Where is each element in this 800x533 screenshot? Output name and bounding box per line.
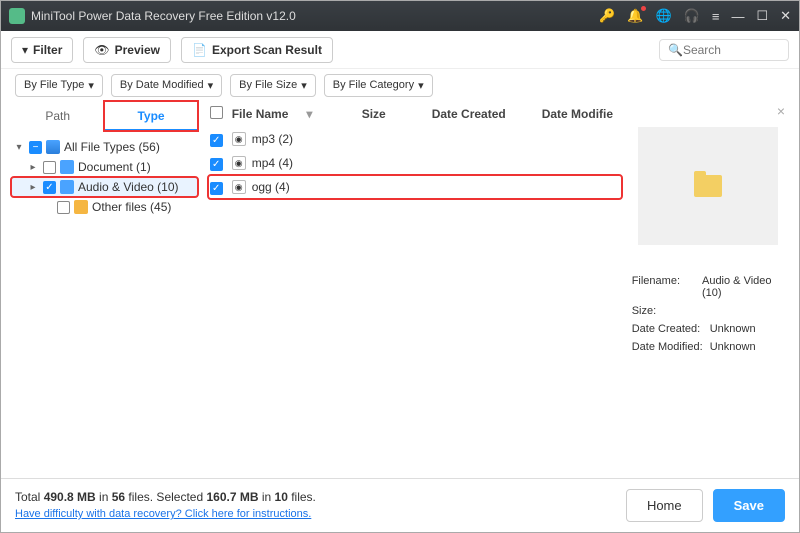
- export-icon: 📄: [192, 43, 207, 57]
- tree-label: All File Types (56): [64, 140, 160, 154]
- tree-other[interactable]: Other files (45): [11, 197, 198, 217]
- stats: Total 490.8 MB in 56 files. Selected 160…: [15, 489, 316, 522]
- window-title: MiniTool Power Data Recovery Free Editio…: [31, 9, 599, 23]
- detail-panel: × Filename:Audio & Video (10) Size: Date…: [622, 101, 789, 472]
- checkbox[interactable]: ✓: [210, 158, 223, 171]
- close-icon[interactable]: ✕: [780, 8, 791, 24]
- main-area: Path Type ▾ − All File Types (56) ▸ Docu…: [1, 101, 799, 478]
- home-button[interactable]: Home: [626, 489, 703, 522]
- preview-button[interactable]: 👁Preview: [83, 37, 171, 63]
- meta-key: Date Modified:: [632, 341, 710, 353]
- metadata: Filename:Audio & Video (10) Size: Date C…: [632, 275, 785, 353]
- key-icon[interactable]: 🔑: [599, 8, 615, 24]
- list-item[interactable]: ✓ ◉ ogg (4): [208, 175, 622, 199]
- chevron-right-icon: ▸: [27, 182, 39, 193]
- bottom-bar: Total 490.8 MB in 56 files. Selected 160…: [1, 478, 799, 532]
- export-button[interactable]: 📄Export Scan Result: [181, 37, 333, 63]
- chevron-down-icon: ▾: [301, 79, 307, 92]
- column-headers: File Name ▾ Size Date Created Date Modifi…: [208, 101, 622, 127]
- file-name: mp3 (2): [252, 132, 293, 146]
- col-created[interactable]: Date Created: [432, 107, 542, 121]
- col-modified[interactable]: Date Modifie: [542, 107, 622, 121]
- minimize-icon[interactable]: —: [731, 9, 744, 24]
- filter-category[interactable]: By File Category▾: [324, 74, 433, 97]
- list-item[interactable]: ✓ ◉ mp3 (2): [208, 127, 622, 151]
- sort-icon[interactable]: ▾: [306, 107, 312, 121]
- tree-label: Audio & Video (10): [78, 180, 179, 194]
- chevron-down-icon: ▾: [13, 142, 25, 153]
- tree-label: Document (1): [78, 160, 151, 174]
- left-panel: Path Type ▾ − All File Types (56) ▸ Docu…: [11, 101, 198, 472]
- chevron-down-icon: ▾: [88, 79, 94, 92]
- tree: ▾ − All File Types (56) ▸ Document (1) ▸…: [11, 131, 198, 217]
- col-size[interactable]: Size: [362, 107, 432, 121]
- help-link[interactable]: Have difficulty with data recovery? Clic…: [15, 508, 311, 520]
- tabs: Path Type: [11, 101, 198, 131]
- tree-label: Other files (45): [92, 200, 171, 214]
- file-name: mp4 (4): [252, 156, 293, 170]
- filter-bar: By File Type▾ By Date Modified▾ By File …: [1, 69, 799, 101]
- meta-val: Unknown: [710, 341, 756, 353]
- filter-date[interactable]: By Date Modified▾: [111, 74, 222, 97]
- tree-audio-video[interactable]: ▸ ✓ Audio & Video (10): [11, 177, 198, 197]
- menu-icon[interactable]: ≡: [712, 9, 720, 24]
- tree-all[interactable]: ▾ − All File Types (56): [11, 137, 198, 157]
- filetype-icon: ◉: [232, 180, 246, 194]
- app-window: MiniTool Power Data Recovery Free Editio…: [0, 0, 800, 533]
- checkbox[interactable]: ✓: [210, 134, 223, 147]
- filetype-icon: ◉: [232, 132, 246, 146]
- media-icon: [60, 180, 74, 194]
- checkbox[interactable]: [43, 161, 56, 174]
- meta-key: Date Created:: [632, 323, 710, 335]
- eye-icon: 👁: [94, 43, 109, 57]
- close-panel-icon[interactable]: ×: [777, 103, 785, 119]
- filter-type[interactable]: By File Type▾: [15, 74, 103, 97]
- meta-key: Filename:: [632, 275, 702, 299]
- file-name: ogg (4): [252, 180, 290, 194]
- col-filename[interactable]: File Name: [232, 107, 289, 121]
- tree-document[interactable]: ▸ Document (1): [11, 157, 198, 177]
- filter-button[interactable]: ▾Filter: [11, 37, 73, 63]
- select-all-checkbox[interactable]: [210, 106, 223, 119]
- search-box[interactable]: 🔍: [659, 39, 789, 61]
- checkbox[interactable]: ✓: [210, 182, 223, 195]
- titlebar: MiniTool Power Data Recovery Free Editio…: [1, 1, 799, 31]
- maximize-icon[interactable]: ☐: [756, 8, 768, 24]
- checkbox[interactable]: −: [29, 141, 42, 154]
- checkbox[interactable]: [57, 201, 70, 214]
- headset-icon[interactable]: 🎧: [684, 8, 700, 24]
- filter-icon: ▾: [22, 43, 28, 57]
- globe-icon[interactable]: 🌐: [655, 8, 671, 24]
- chevron-down-icon: ▾: [208, 79, 214, 92]
- search-input[interactable]: [683, 43, 773, 57]
- tab-path[interactable]: Path: [11, 101, 104, 131]
- checkbox[interactable]: ✓: [43, 181, 56, 194]
- list-item[interactable]: ✓ ◉ mp4 (4): [208, 151, 622, 175]
- chevron-right-icon: ▸: [27, 162, 39, 173]
- app-logo-icon: [9, 8, 25, 24]
- meta-val: Unknown: [710, 323, 756, 335]
- tab-type[interactable]: Type: [104, 101, 197, 131]
- files-icon: [74, 200, 88, 214]
- chevron-down-icon: ▾: [418, 79, 424, 92]
- search-icon: 🔍: [668, 43, 683, 57]
- bottom-buttons: Home Save: [626, 489, 785, 522]
- filetype-icon: ◉: [232, 156, 246, 170]
- filter-size[interactable]: By File Size▾: [230, 74, 316, 97]
- toolbar: ▾Filter 👁Preview 📄Export Scan Result 🔍: [1, 31, 799, 69]
- file-list: File Name ▾ Size Date Created Date Modifi…: [198, 101, 622, 472]
- monitor-icon: [46, 140, 60, 154]
- bell-icon[interactable]: 🔔: [627, 8, 643, 24]
- document-icon: [60, 160, 74, 174]
- save-button[interactable]: Save: [713, 489, 785, 522]
- meta-val: Audio & Video (10): [702, 275, 785, 299]
- titlebar-controls: 🔑 🔔 🌐 🎧 ≡ — ☐ ✕: [599, 8, 791, 24]
- meta-key: Size:: [632, 305, 710, 317]
- folder-icon: [694, 175, 722, 197]
- thumbnail: [638, 127, 778, 245]
